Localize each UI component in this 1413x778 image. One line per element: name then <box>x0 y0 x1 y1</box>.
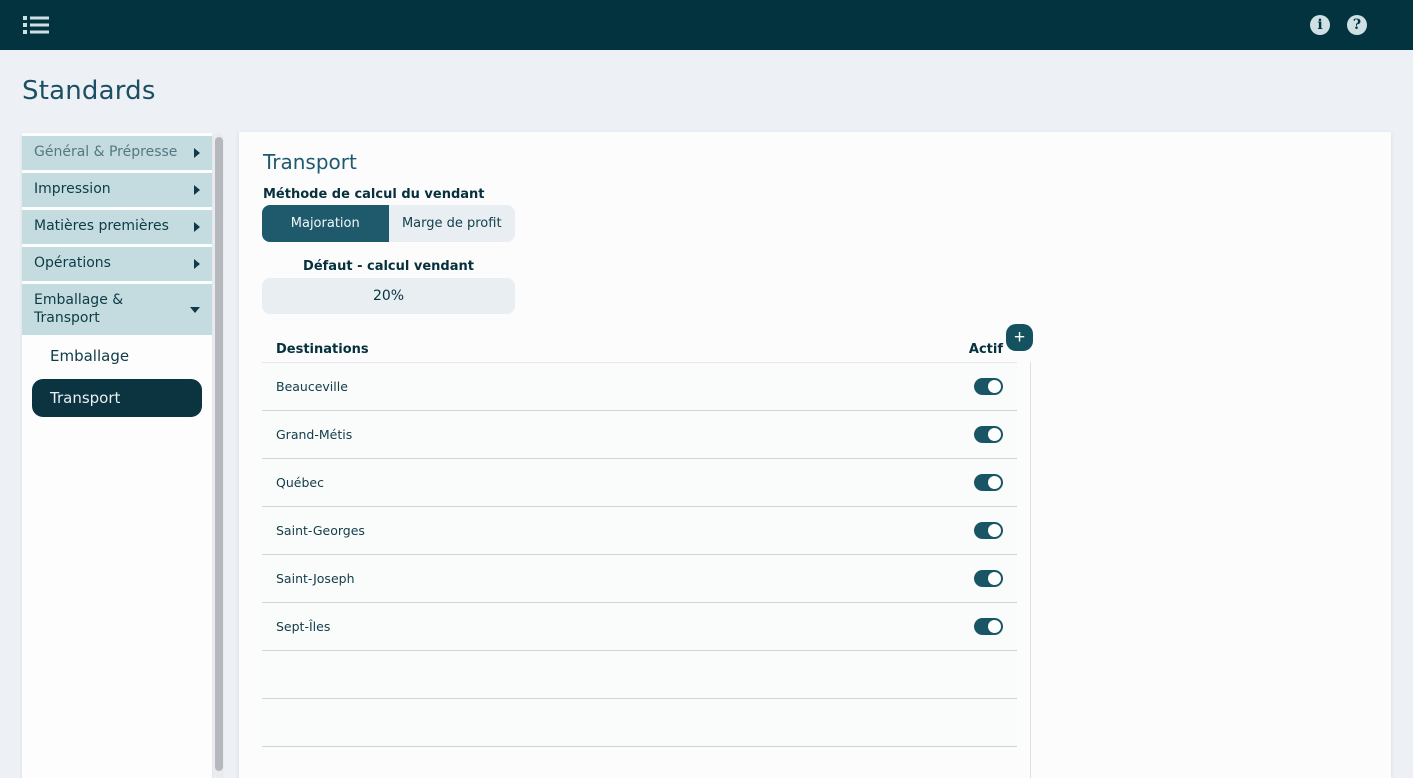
destination-row: Sept-Îles <box>262 603 1017 651</box>
page-title: Standards <box>22 76 156 106</box>
active-toggle[interactable] <box>974 618 1003 635</box>
destination-row: Grand-Métis <box>262 411 1017 459</box>
sidebar-item-g-n-ral-pr-presse[interactable]: Général & Prépresse <box>22 136 212 170</box>
topbar: i ? <box>0 0 1413 50</box>
toggle-knob <box>988 476 1001 489</box>
active-toggle[interactable] <box>974 426 1003 443</box>
destination-name: Saint-Joseph <box>276 571 355 586</box>
sidebar-subitem-emballage[interactable]: Emballage <box>22 338 212 374</box>
info-icon[interactable]: i <box>1310 15 1330 35</box>
chevron-right-icon <box>194 185 200 195</box>
sidebar-item-label: Opérations <box>34 255 194 273</box>
panel-heading: Transport <box>263 150 357 174</box>
table-right-divider <box>1030 362 1031 778</box>
method-segmented-control: Majoration Marge de profit <box>262 205 515 242</box>
sidebar-subitem-transport[interactable]: Transport <box>32 379 202 417</box>
active-toggle[interactable] <box>974 474 1003 491</box>
method-label: Méthode de calcul du vendant <box>263 187 485 202</box>
table-header-row: Destinations Actif <box>262 336 1017 362</box>
toggle-knob <box>988 524 1001 537</box>
destination-row: Saint-Joseph <box>262 555 1017 603</box>
empty-destination-row <box>262 651 1017 699</box>
destinations-table: Destinations Actif Beauceville Grand-Méti… <box>262 336 1017 747</box>
sidebar-nav: Général & Prépresse Impression Matières pr… <box>22 133 212 778</box>
segment-marge-de-profit[interactable]: Marge de profit <box>389 205 516 242</box>
toggle-knob <box>988 428 1001 441</box>
destination-name: Beauceville <box>276 379 348 394</box>
destination-row: Saint-Georges <box>262 507 1017 555</box>
sidebar-scrollbar-thumb[interactable] <box>215 137 223 771</box>
sidebar-item-impression[interactable]: Impression <box>22 173 212 207</box>
destinations-column-header: Destinations <box>276 342 369 357</box>
toggle-knob <box>988 620 1001 633</box>
actif-column-header: Actif <box>969 342 1003 357</box>
transport-panel: Transport Méthode de calcul du vendant M… <box>239 132 1391 778</box>
sidebar-item-label: Matières premières <box>34 218 194 236</box>
sidebar-scrollbar-track <box>214 133 224 778</box>
sidebar-item-label: Général & Prépresse <box>34 144 194 162</box>
destination-name: Sept-Îles <box>276 619 330 634</box>
empty-destination-row <box>262 699 1017 747</box>
active-toggle[interactable] <box>974 522 1003 539</box>
destination-row: Beauceville <box>262 363 1017 411</box>
toggle-knob <box>988 572 1001 585</box>
chevron-right-icon <box>194 259 200 269</box>
destination-name: Québec <box>276 475 324 490</box>
sidebar-item-op-rations[interactable]: Opérations <box>22 247 212 281</box>
topbar-actions: i ? <box>1310 15 1367 35</box>
chevron-right-icon <box>194 148 200 158</box>
table-body: Beauceville Grand-Métis Québec Saint-George… <box>262 362 1017 747</box>
active-toggle[interactable] <box>974 570 1003 587</box>
default-calc-input[interactable] <box>262 278 515 314</box>
sidebar-item-label: Emballage & Transport <box>34 292 190 327</box>
sidebar-item-label: Impression <box>34 181 194 199</box>
segment-majoration[interactable]: Majoration <box>262 205 389 242</box>
toggle-knob <box>988 380 1001 393</box>
help-icon[interactable]: ? <box>1347 15 1367 35</box>
destination-row: Québec <box>262 459 1017 507</box>
active-toggle[interactable] <box>974 378 1003 395</box>
sidebar-item-emballage-transport[interactable]: Emballage & Transport <box>22 284 212 335</box>
sidebar-item-mati-res-premi-res[interactable]: Matières premières <box>22 210 212 244</box>
menu-list-icon[interactable] <box>22 13 50 37</box>
chevron-down-icon <box>190 307 200 313</box>
chevron-right-icon <box>194 222 200 232</box>
default-calc-label: Défaut - calcul vendant <box>262 259 515 274</box>
destination-name: Saint-Georges <box>276 523 365 538</box>
destination-name: Grand-Métis <box>276 427 352 442</box>
